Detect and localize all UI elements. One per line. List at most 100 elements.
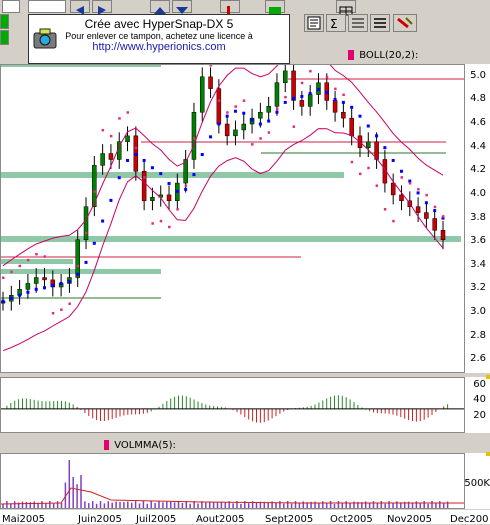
- sar-point: [217, 99, 221, 102]
- candle: [224, 123, 230, 137]
- ma-point: [159, 172, 163, 176]
- toolbar: [0, 0, 490, 16]
- sar-point: [134, 146, 138, 150]
- ma-point: [341, 100, 345, 104]
- sar-point: [192, 137, 196, 140]
- sar-point: [350, 160, 354, 164]
- x-axis: Mai2005 Juin2005 Juil2005 Aout2005 Sept2005 O…: [0, 510, 490, 525]
- sar-point: [18, 264, 22, 268]
- ma-point: [433, 209, 437, 213]
- ma-point: [399, 169, 403, 173]
- arrow-left-icon[interactable]: [70, 0, 90, 15]
- ma-point: [9, 296, 13, 300]
- volume-ma: [1, 487, 464, 505]
- candle: [216, 88, 222, 125]
- support-band: [1, 172, 344, 178]
- boll-swatch: [348, 50, 354, 60]
- sar-point: [342, 93, 345, 97]
- ma-point: [225, 114, 229, 118]
- candle: [341, 111, 346, 119]
- color-green-icon[interactable]: [265, 0, 285, 14]
- toolbar-button-2[interactable]: [28, 0, 66, 13]
- ma-point: [34, 287, 38, 291]
- ma-point: [192, 173, 196, 177]
- ma-point: [217, 122, 221, 126]
- arrow-right-icon[interactable]: [92, 0, 112, 15]
- sar-point: [109, 134, 113, 138]
- lines-icon[interactable]: [348, 14, 368, 32]
- grid-icon[interactable]: [336, 0, 356, 16]
- sar-point: [417, 187, 420, 191]
- sar-point: [309, 69, 312, 73]
- price-tick: 3.0: [470, 305, 486, 317]
- ma-point: [292, 96, 296, 100]
- support-band: [1, 236, 461, 242]
- tool-icon[interactable]: [393, 14, 417, 32]
- x-tick: Mai2005: [2, 514, 45, 525]
- sar-point: [284, 95, 287, 99]
- candle: [307, 94, 313, 107]
- down-icon[interactable]: [172, 0, 192, 14]
- price-panel[interactable]: [0, 64, 465, 373]
- ma-point: [67, 279, 71, 283]
- sar-point: [168, 225, 171, 229]
- candle: [283, 70, 288, 83]
- hypersnap-watermark: Crée avec HyperSnap-DX 5 Pour enlever ce…: [28, 14, 290, 64]
- price-tick: 4.2: [470, 164, 486, 176]
- sar-point: [226, 111, 229, 114]
- ma-point: [117, 176, 121, 180]
- sar-point: [392, 219, 395, 223]
- watermark-url[interactable]: http://www.hyperionics.com: [29, 41, 289, 53]
- volmma-swatch: [104, 440, 109, 450]
- watermark-title: Crée avec HyperSnap-DX 5: [84, 17, 234, 31]
- volmma-label-text: VOLMMA(5):: [114, 440, 176, 451]
- ma-point: [300, 94, 304, 98]
- ma-point: [209, 135, 213, 139]
- candle: [415, 206, 421, 213]
- ma-point: [275, 110, 279, 114]
- sar-point: [209, 65, 213, 67]
- candle: [299, 100, 305, 107]
- price-tick: 2.6: [470, 353, 486, 365]
- x-tick: Dec200: [450, 514, 489, 525]
- volume-y-axis: 500K: [464, 453, 490, 509]
- ma-point: [126, 158, 130, 162]
- ma-point: [51, 283, 55, 287]
- ma-point: [150, 166, 154, 170]
- up-icon[interactable]: [150, 0, 170, 14]
- ma-point: [350, 105, 354, 109]
- toolbar-button-1[interactable]: [2, 0, 20, 13]
- oscillator-tick: 60: [473, 378, 486, 390]
- side-button-1[interactable]: [0, 14, 9, 29]
- candle: [424, 212, 429, 219]
- candle: [399, 194, 404, 202]
- sar-point: [425, 193, 428, 197]
- candle: [199, 76, 205, 113]
- sar-point: [300, 81, 304, 85]
- x-tick: Sept2005: [265, 514, 314, 525]
- x-tick: Aout2005: [196, 514, 245, 525]
- marker-icon[interactable]: [220, 0, 240, 15]
- ma-point: [184, 187, 188, 191]
- svg-text:Σ: Σ: [330, 17, 338, 31]
- price-tick: 3.2: [470, 282, 486, 294]
- sum-icon[interactable]: Σ: [326, 14, 346, 32]
- candle: [233, 129, 238, 137]
- text-icon[interactable]: [304, 14, 324, 32]
- ma-point: [358, 114, 362, 118]
- price-tick: 2.8: [470, 329, 486, 341]
- watermark-subtitle: Pour enlever ce tampon, achetez une lice…: [65, 31, 253, 41]
- ma-point: [92, 241, 96, 245]
- ma-point: [308, 92, 312, 96]
- list-icon[interactable]: [370, 14, 390, 32]
- side-button-2[interactable]: [0, 30, 9, 45]
- sar-point: [292, 125, 296, 128]
- sar-point: [375, 184, 379, 187]
- ma-point: [416, 191, 420, 195]
- candle: [166, 194, 172, 202]
- boll-label-text: BOLL(20,2):: [359, 50, 419, 61]
- oscillator-panel[interactable]: [0, 377, 465, 433]
- ma-point: [43, 286, 47, 290]
- volume-panel[interactable]: [0, 453, 465, 509]
- volmma-label: VOLMMA(5):: [104, 440, 176, 451]
